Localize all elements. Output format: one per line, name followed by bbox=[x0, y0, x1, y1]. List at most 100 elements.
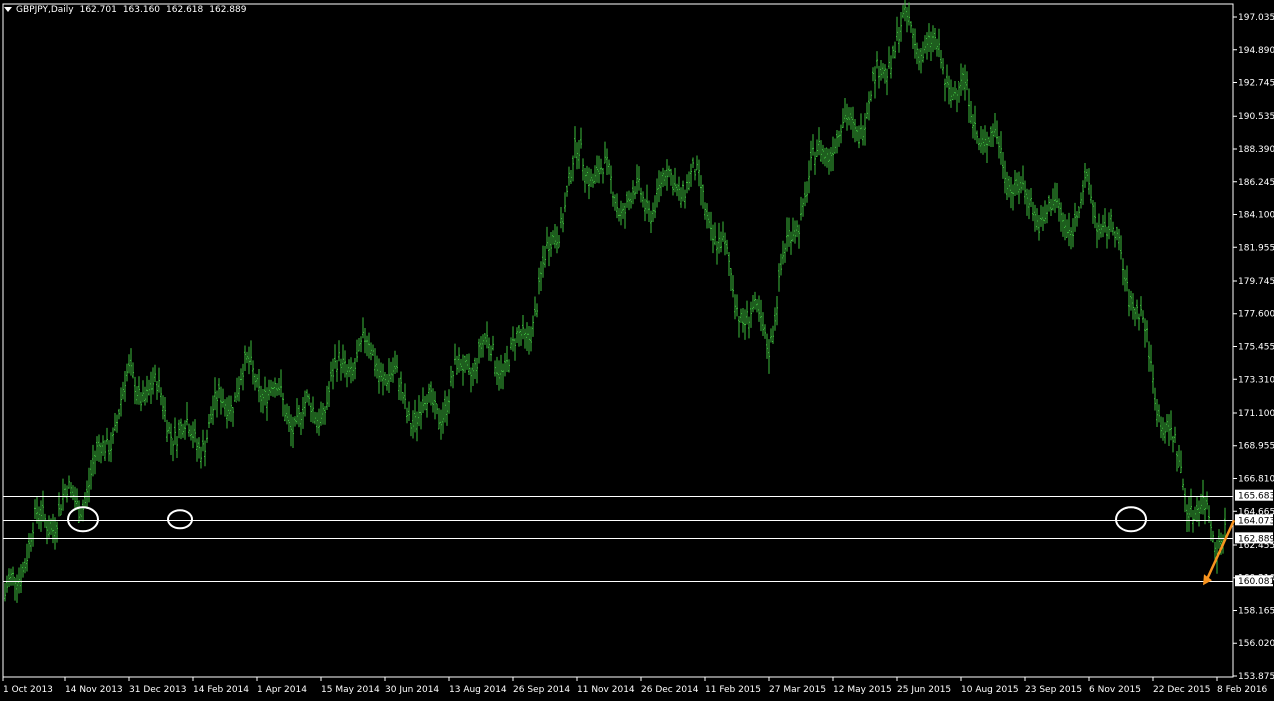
price-bar bbox=[280, 369, 282, 398]
price-bar bbox=[846, 103, 848, 131]
price-bar bbox=[336, 359, 338, 382]
price-bar bbox=[912, 28, 914, 50]
price-bar bbox=[1162, 417, 1164, 441]
price-bar bbox=[684, 189, 686, 209]
price-bar bbox=[284, 404, 286, 422]
price-bar bbox=[952, 87, 954, 101]
price-bar bbox=[184, 420, 186, 440]
price-bar bbox=[842, 108, 844, 129]
price-bar bbox=[576, 142, 578, 170]
price-bar bbox=[198, 437, 200, 459]
price-bar bbox=[1062, 212, 1064, 237]
price-bar bbox=[688, 171, 690, 191]
price-bar bbox=[774, 307, 776, 331]
price-bar bbox=[760, 299, 762, 332]
price-bar bbox=[1038, 214, 1040, 241]
price-bar bbox=[1074, 202, 1076, 232]
price-bar bbox=[1068, 212, 1070, 247]
price-bar bbox=[534, 296, 536, 317]
price-bar bbox=[1010, 177, 1012, 209]
price-bar bbox=[638, 166, 640, 191]
price-bar bbox=[934, 27, 936, 50]
price-bar bbox=[872, 67, 874, 82]
price-bar bbox=[584, 168, 586, 193]
price-bar bbox=[518, 325, 520, 347]
price-bar bbox=[830, 146, 832, 172]
price-bar bbox=[334, 344, 336, 369]
price-bar bbox=[840, 124, 842, 144]
price-bar bbox=[736, 294, 738, 317]
price-bar bbox=[252, 360, 254, 385]
price-bar bbox=[478, 338, 480, 364]
price-bar bbox=[630, 192, 632, 209]
price-bar bbox=[1108, 212, 1110, 240]
price-bar bbox=[620, 200, 622, 226]
price-bar bbox=[1036, 208, 1038, 231]
price-bar bbox=[672, 174, 674, 196]
price-label: 165.683 bbox=[1238, 492, 1274, 502]
price-bar bbox=[144, 386, 146, 406]
price-bar bbox=[1078, 206, 1080, 219]
price-bar bbox=[772, 325, 774, 344]
price-bar bbox=[514, 338, 516, 361]
price-bar bbox=[546, 226, 548, 249]
price-bar bbox=[322, 403, 324, 425]
price-bar bbox=[732, 275, 734, 298]
price-bar bbox=[614, 194, 616, 211]
price-bar bbox=[28, 533, 30, 559]
price-bar bbox=[820, 140, 822, 162]
price-bar bbox=[938, 28, 940, 58]
price-bar bbox=[928, 23, 930, 52]
price-bar bbox=[40, 500, 42, 532]
price-bar bbox=[72, 485, 74, 501]
price-bar bbox=[624, 202, 626, 229]
price-bar bbox=[734, 294, 736, 320]
y-tick-label: 168.955 bbox=[1238, 442, 1274, 452]
price-bar bbox=[1178, 444, 1180, 468]
price-bar bbox=[716, 241, 718, 265]
price-bar bbox=[84, 492, 86, 509]
price-bar bbox=[568, 166, 570, 186]
price-bar bbox=[102, 435, 104, 456]
price-bar bbox=[316, 412, 318, 434]
price-bar bbox=[494, 360, 496, 377]
price-bar bbox=[366, 335, 368, 357]
price-bar bbox=[692, 157, 694, 168]
price-bar bbox=[464, 355, 466, 373]
x-tick-label: 11 Feb 2015 bbox=[705, 685, 761, 695]
price-bar bbox=[1076, 211, 1078, 227]
price-bar bbox=[344, 350, 346, 378]
price-bar bbox=[1060, 202, 1062, 232]
price-bar bbox=[694, 168, 696, 181]
price-bar bbox=[1026, 188, 1028, 216]
price-bar bbox=[426, 394, 428, 418]
price-bar bbox=[30, 533, 32, 552]
price-bar bbox=[502, 363, 504, 390]
price-bar bbox=[574, 126, 576, 159]
price-bar bbox=[8, 568, 10, 588]
price-bar bbox=[990, 126, 992, 147]
x-tick-label: 8 Feb 2016 bbox=[1217, 685, 1268, 695]
price-bar bbox=[398, 377, 400, 401]
price-bar bbox=[516, 327, 518, 343]
price-bar bbox=[208, 414, 210, 428]
price-bar bbox=[1020, 176, 1022, 194]
price-chart[interactable]: 197.035 194.890 192.745 190.535 188.390 186.2… bbox=[0, 0, 1274, 701]
price-bar bbox=[368, 332, 370, 359]
price-bar bbox=[370, 342, 372, 361]
price-bar bbox=[126, 363, 128, 382]
price-bar bbox=[700, 175, 702, 206]
price-bar bbox=[74, 486, 76, 511]
price-bar bbox=[594, 165, 596, 184]
price-bar bbox=[82, 499, 84, 522]
price-bar bbox=[754, 291, 756, 310]
price-bar bbox=[784, 243, 786, 263]
price-bar bbox=[1058, 198, 1060, 222]
price-bar bbox=[608, 159, 610, 175]
price-bar bbox=[542, 245, 544, 278]
price-bar bbox=[1028, 189, 1030, 220]
price-bar bbox=[1120, 235, 1122, 260]
price-bar bbox=[808, 160, 810, 194]
price-bar bbox=[586, 165, 588, 184]
price-bar bbox=[326, 385, 328, 410]
